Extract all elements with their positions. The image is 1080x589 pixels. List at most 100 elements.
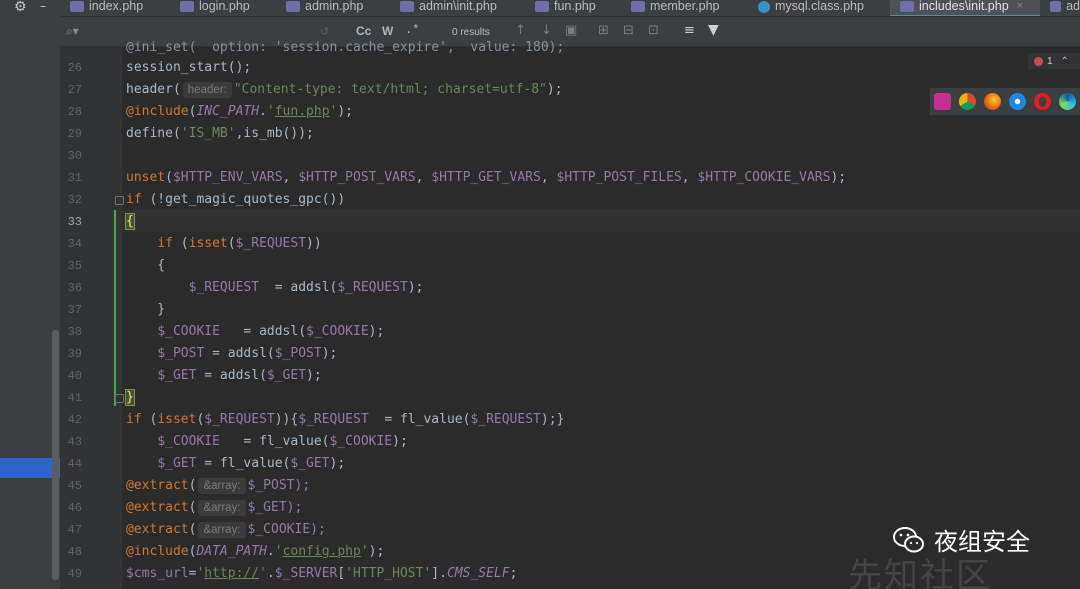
line-number: 32 [67, 193, 82, 207]
words-toggle[interactable]: W [382, 24, 393, 38]
code-line-47: @extract(&array: $_COOKIE); [126, 522, 326, 538]
regex-toggle[interactable]: .* [405, 23, 419, 37]
code-line-36: $_REQUEST = addsl($_REQUEST); [188, 280, 424, 295]
code-text: $_COOKIE); [247, 522, 326, 537]
code-text: $_GET); [247, 500, 303, 515]
tab-admin-init-php[interactable]: admin\init.php [390, 0, 525, 16]
tab-label: ad [1066, 0, 1080, 13]
code-text: header( [126, 82, 181, 97]
php-file-icon [400, 1, 414, 12]
php-file-icon [631, 1, 645, 12]
close-tab-icon[interactable]: × [1017, 0, 1023, 12]
fold-marker-icon[interactable] [115, 196, 124, 205]
code-line-37: } [126, 302, 166, 317]
line-number: 47 [67, 523, 82, 537]
code-text: session_start(); [126, 60, 252, 75]
php-class-icon [758, 1, 770, 13]
tab-ad[interactable]: ad [1040, 0, 1080, 16]
code-line-33: { [125, 213, 135, 230]
tab-mysql-class-php[interactable]: mysql.class.php [748, 0, 890, 16]
line-number: 41 [67, 391, 82, 405]
code-line-40: $_GET = addsl($_GET); [157, 368, 322, 383]
tab-index-php[interactable]: index.php [60, 0, 170, 16]
opera-icon[interactable] [1034, 93, 1051, 110]
scope-guide [114, 210, 116, 406]
chevron-up-icon: ⌃ [1060, 55, 1069, 67]
line-number: 39 [67, 347, 82, 361]
select-all-occurrences-icon[interactable]: ⊡ [648, 23, 659, 38]
line-number: 29 [67, 127, 82, 141]
history-icon[interactable]: ↺ [320, 25, 329, 38]
edge-icon[interactable] [1059, 93, 1076, 110]
parameter-hint: &array: [198, 500, 246, 516]
project-scrollbar[interactable] [52, 330, 59, 580]
arrow-up-icon[interactable]: ↑ [515, 23, 526, 38]
project-panel: ⚙ – [0, 0, 60, 589]
tab-label: admin.php [305, 0, 364, 13]
line-number: 38 [67, 325, 82, 339]
fold-marker-icon[interactable] [115, 394, 124, 403]
line-number: 31 [67, 171, 82, 185]
project-selected-row[interactable] [0, 458, 60, 478]
line-number: 36 [67, 281, 82, 295]
phpstorm-icon[interactable] [934, 93, 951, 110]
tab-label: index.php [89, 0, 144, 13]
code-line-38: $_COOKIE = addsl($_COOKIE); [157, 324, 385, 339]
arrow-down-icon[interactable]: ↓ [541, 23, 552, 38]
tab-member-php[interactable]: member.php [621, 0, 748, 16]
caret-row-highlight [122, 210, 1080, 232]
code-string: "Content-type: text/html; charset=utf-8" [233, 82, 547, 97]
tab-label: member.php [650, 0, 720, 13]
code-line-39: $_POST = addsl($_POST); [157, 346, 338, 361]
browser-popup [930, 88, 1080, 115]
tab-label: includes\init.php [919, 0, 1009, 13]
code-text: @ini_set( option: 'session.cache_expire'… [126, 40, 565, 55]
tab-login-php[interactable]: login.php [170, 0, 276, 16]
tab-label: fun.php [554, 0, 596, 13]
code-line-34: if (isset($_REQUEST)) [157, 236, 322, 251]
tab-fun-php[interactable]: fun.php [525, 0, 621, 16]
filter-icon[interactable]: ▼ [708, 22, 719, 38]
tab-admin-php[interactable]: admin.php [276, 0, 390, 16]
tab-label: login.php [199, 0, 250, 13]
error-count: 1 [1047, 55, 1053, 67]
chrome-icon[interactable] [959, 93, 976, 110]
php-file-icon [1050, 1, 1062, 12]
line-number: 28 [67, 105, 82, 119]
tab-label: admin\init.php [419, 0, 497, 13]
line-number: 48 [67, 545, 82, 559]
php-file-icon [70, 1, 84, 12]
code-line-29: define('IS_MB',is_mb()); [126, 126, 314, 141]
line-number: 42 [67, 413, 82, 427]
line-number: 40 [67, 369, 82, 383]
line-number: 33 [67, 215, 82, 229]
code-line-partial: @ini_set( option: 'session.cache_expire'… [126, 40, 564, 56]
wechat-account-name: 夜组安全 [934, 528, 1030, 556]
code-line-43: $_COOKIE = fl_value($_COOKIE); [157, 434, 408, 449]
code-line-45: @extract(&array: $_POST); [126, 478, 311, 494]
inspection-error-badge[interactable]: 1 ⌃ [1028, 53, 1080, 69]
code-editor[interactable]: 26 27 28 29 30 31 32 33 34 35 36 37 38 39 40 41 42 43 44 45… [60, 40, 1080, 589]
code-line-49: $cms_url='http://'.$_SERVER['HTTP_HOST']… [126, 566, 518, 581]
line-number: 37 [67, 303, 82, 317]
remove-occurrence-icon[interactable]: ⊟ [623, 23, 634, 38]
match-case-toggle[interactable]: Cc [356, 24, 371, 38]
parameter-hint: &array: [198, 478, 246, 494]
tab-includes-init-php[interactable]: includes\init.php × [890, 0, 1040, 16]
code-line-28: @include(INC_PATH.'fun.php'); [126, 104, 354, 119]
firefox-icon[interactable] [984, 93, 1001, 110]
line-number: 45 [67, 479, 82, 493]
safari-icon[interactable] [1009, 93, 1026, 110]
code-line-27: header(header: "Content-type: text/html; … [126, 82, 563, 98]
add-occurrence-icon[interactable]: ⊞ [598, 23, 609, 38]
gear-icon[interactable]: ⚙ [14, 0, 27, 14]
select-all-icon[interactable]: ▣ [565, 23, 577, 38]
code-line-44: $_GET = fl_value($_GET); [157, 456, 346, 471]
line-number: 46 [67, 501, 82, 515]
wechat-icon [893, 526, 924, 552]
line-number: 26 [67, 61, 82, 75]
minimize-icon[interactable]: – [40, 0, 46, 12]
code-line-35: { [126, 258, 166, 273]
search-results-count: 0 results [452, 27, 490, 38]
filter-lines-icon[interactable]: ≡ [684, 23, 695, 38]
